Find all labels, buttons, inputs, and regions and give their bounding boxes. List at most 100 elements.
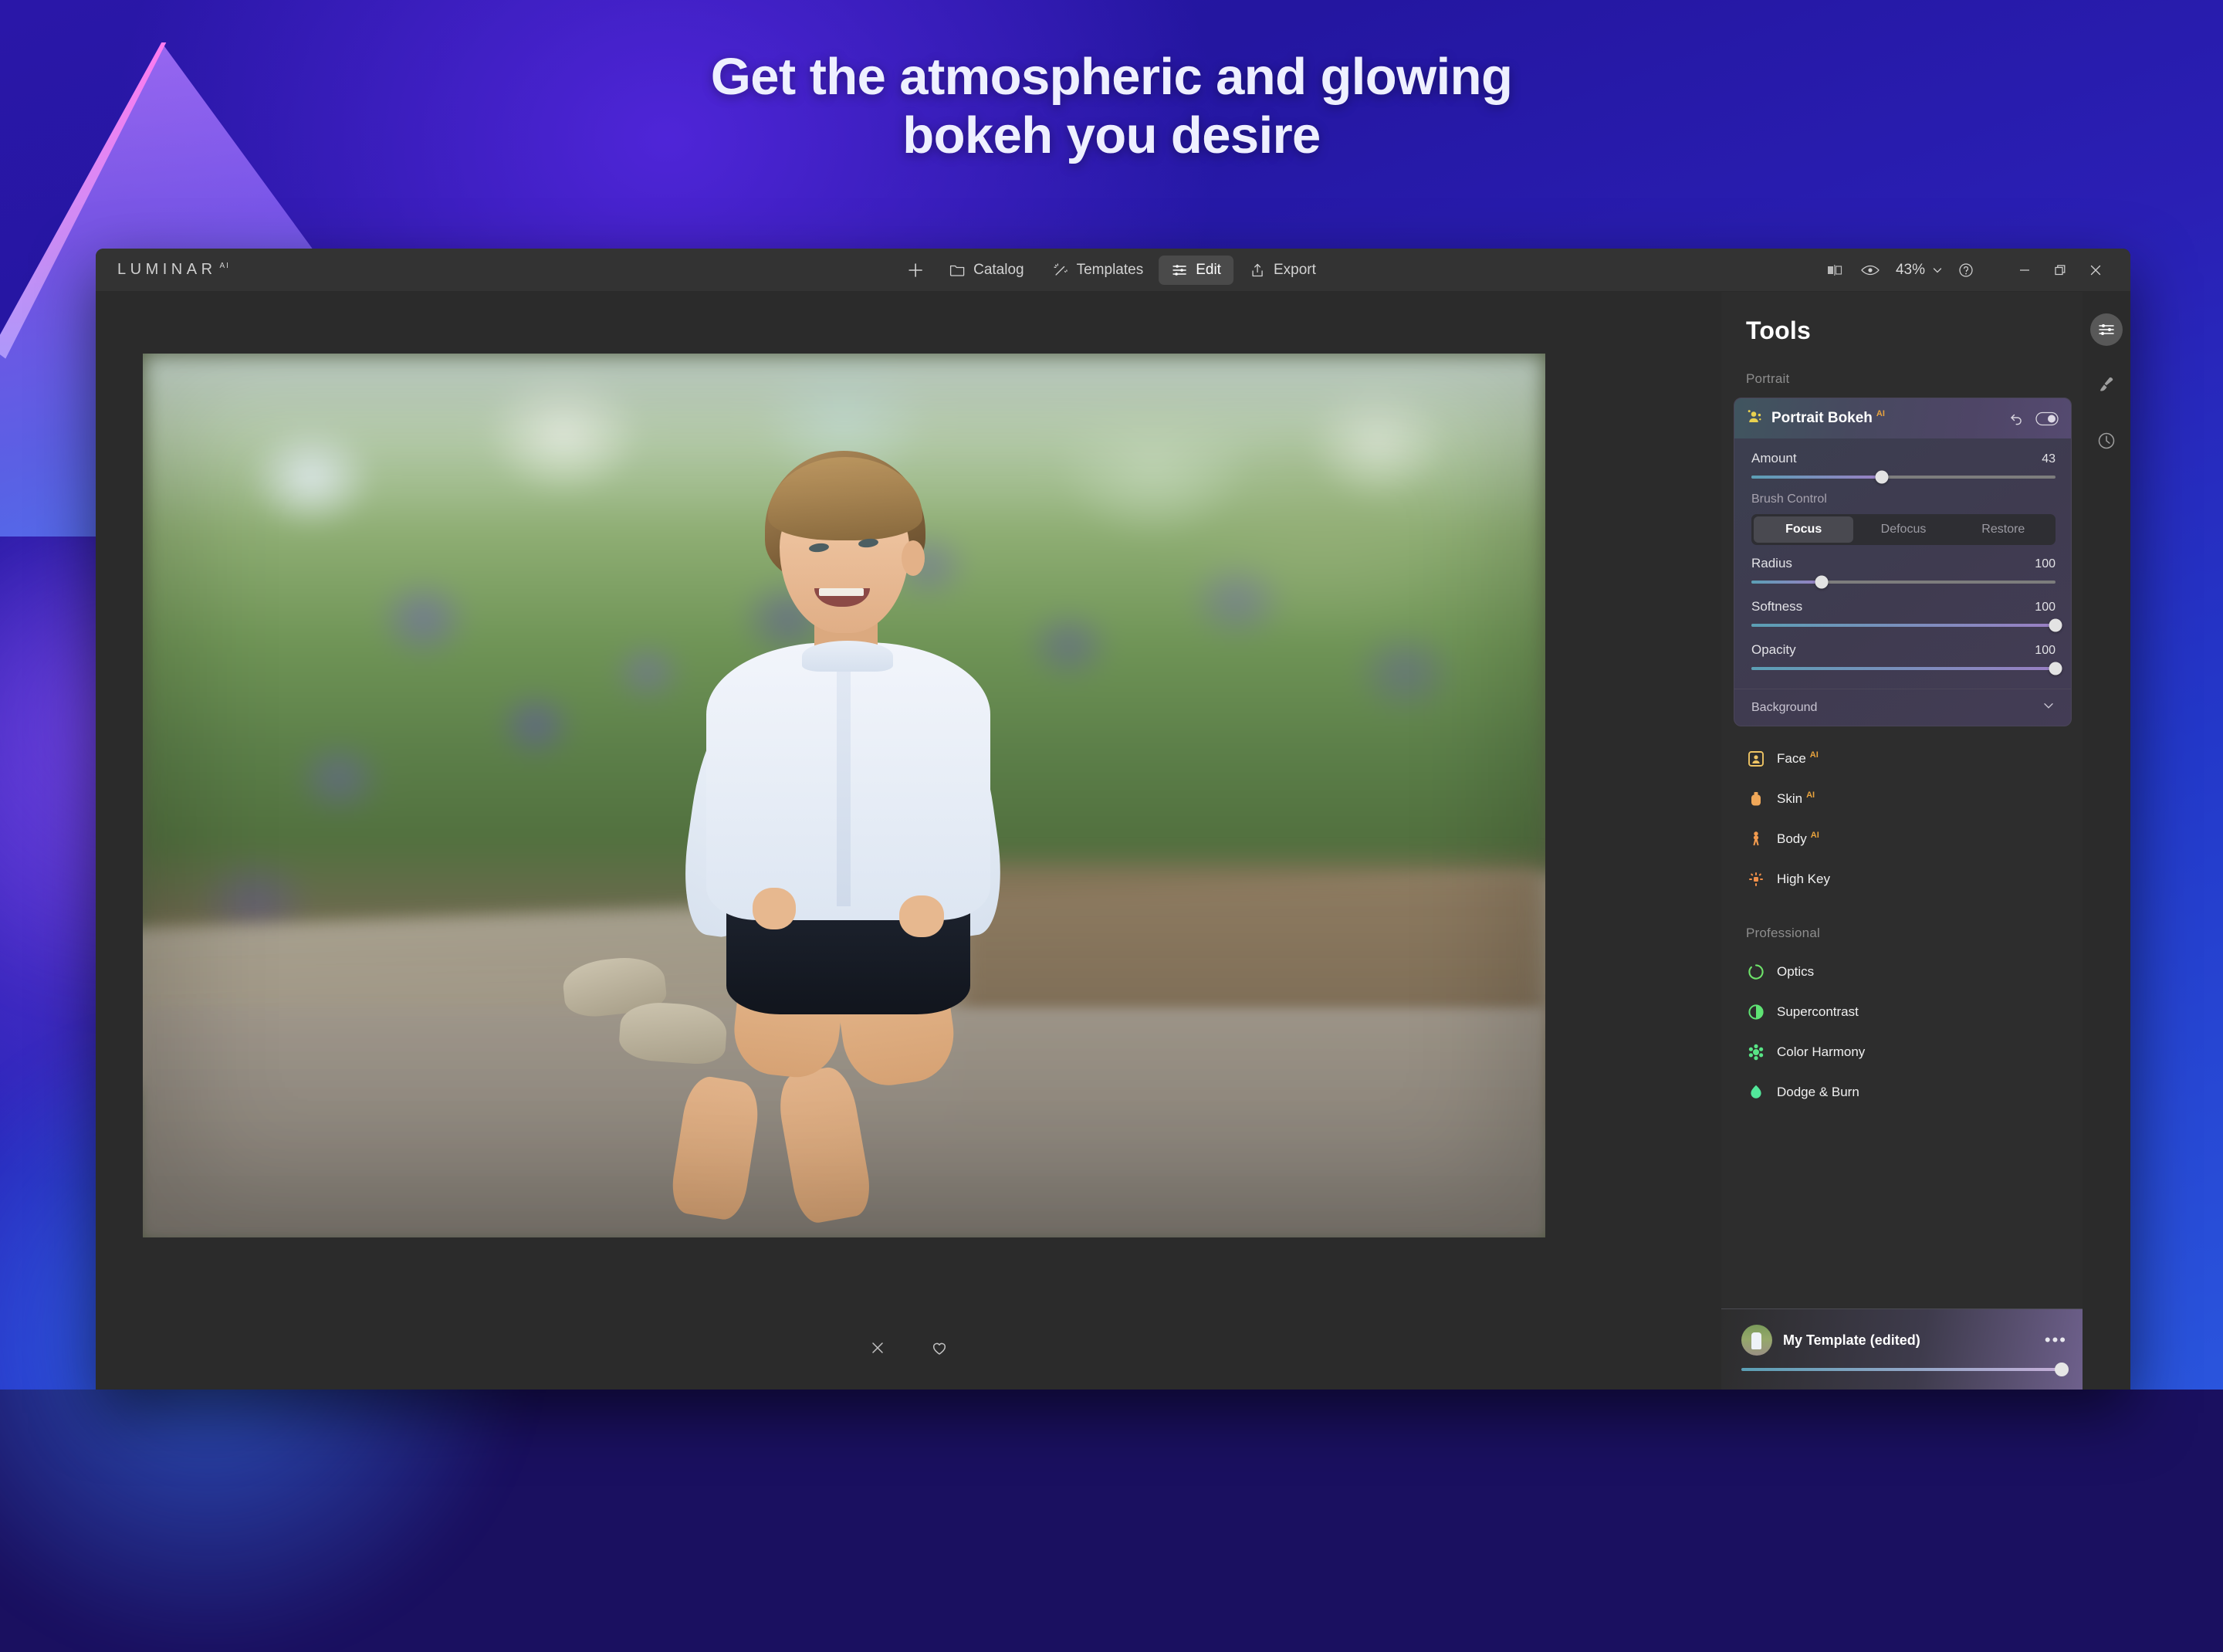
contrast-icon	[1746, 1002, 1766, 1022]
plus-icon	[907, 262, 924, 279]
restore-icon[interactable]	[2042, 253, 2078, 287]
eye-icon[interactable]	[1852, 253, 1888, 287]
brush-mode-focus[interactable]: Focus	[1754, 516, 1853, 543]
tool-row-supercontrast[interactable]: Supercontrast	[1721, 992, 2083, 1032]
radius-slider-fill	[1751, 581, 1822, 584]
tool-row-dodge-burn[interactable]: Dodge & Burn	[1721, 1072, 2083, 1112]
amount-label: Amount	[1751, 451, 1797, 466]
amount-slider-row[interactable]: Amount 43	[1751, 451, 2056, 479]
ai-badge: AI	[1810, 750, 1819, 760]
radius-value: 100	[2035, 557, 2056, 571]
compare-icon[interactable]	[1817, 253, 1852, 287]
tools-scroll-area[interactable]: Tools Portrait Portrait Bokeh	[1721, 292, 2083, 1308]
template-thumbnail	[1741, 1325, 1772, 1356]
optics-icon	[1746, 962, 1766, 982]
softness-value: 100	[2035, 601, 2056, 614]
ai-badge: AI	[1811, 831, 1819, 840]
amount-slider-track[interactable]	[1751, 476, 2056, 479]
toggle-on-icon[interactable]	[2035, 411, 2059, 426]
tools-panel: Tools Portrait Portrait Bokeh	[1721, 292, 2083, 1390]
color-harmony-icon	[1746, 1042, 1766, 1062]
tab-templates-label: Templates	[1077, 262, 1144, 279]
template-amount-slider[interactable]	[1741, 1368, 2067, 1371]
close-icon[interactable]	[866, 1336, 889, 1359]
app-logo: LUMINAR AI	[117, 261, 230, 279]
radius-slider-row[interactable]: Radius 100	[1751, 556, 2056, 584]
softness-slider-track[interactable]	[1751, 624, 2056, 627]
brush-mode-restore[interactable]: Restore	[1954, 516, 2053, 543]
tools-title: Tools	[1721, 292, 2083, 345]
tool-label-supercontrast: Supercontrast	[1777, 1004, 1859, 1020]
radius-slider-knob[interactable]	[1815, 576, 1828, 589]
radius-slider-track[interactable]	[1751, 581, 2056, 584]
tool-label-face: Face	[1777, 751, 1806, 767]
chevron-down-icon[interactable]	[2042, 699, 2056, 716]
softness-slider-row[interactable]: Softness 100	[1751, 599, 2056, 627]
add-button[interactable]	[898, 256, 933, 285]
opacity-slider-row[interactable]: Opacity 100	[1751, 642, 2056, 670]
portrait-bokeh-title: Portrait Bokeh	[1771, 410, 1873, 427]
tab-export-label: Export	[1274, 262, 1316, 279]
window-controls: 43%	[1817, 253, 2113, 287]
opacity-value: 100	[2035, 644, 2056, 658]
template-name: My Template (edited)	[1783, 1332, 2045, 1349]
template-row[interactable]: My Template (edited) •••	[1741, 1325, 2067, 1356]
help-icon[interactable]	[1948, 253, 1984, 287]
tool-label-dodge-burn: Dodge & Burn	[1777, 1085, 1859, 1100]
tab-edit[interactable]: Edit	[1159, 256, 1233, 285]
close-icon[interactable]	[2078, 253, 2113, 287]
skin-bottle-icon	[1746, 789, 1766, 809]
chevron-down-icon[interactable]	[1927, 253, 1948, 287]
tab-export[interactable]: Export	[1237, 256, 1328, 285]
tool-row-skin[interactable]: Skin AI	[1721, 779, 2083, 819]
tool-row-high-key[interactable]: High Key	[1721, 859, 2083, 899]
radius-label: Radius	[1751, 556, 1792, 571]
photo-vignette	[143, 354, 1545, 1237]
background-section-toggle[interactable]: Background	[1734, 689, 2071, 726]
high-key-icon	[1746, 869, 1766, 889]
canvas-area	[96, 292, 1721, 1390]
amount-value: 43	[2042, 452, 2056, 466]
ai-badge: AI	[1806, 790, 1815, 800]
portrait-tool-list: Face AI Skin AI Body	[1721, 739, 2083, 899]
share-icon	[1249, 262, 1266, 279]
tool-label-optics: Optics	[1777, 964, 1814, 980]
amount-slider-knob[interactable]	[1876, 471, 1889, 484]
tool-label-color-harmony: Color Harmony	[1777, 1044, 1865, 1060]
tool-row-optics[interactable]: Optics	[1721, 952, 2083, 992]
portrait-bokeh-body: Amount 43 Brush Control Focus Defocus	[1734, 438, 2071, 689]
app-body: Tools Portrait Portrait Bokeh	[96, 292, 2130, 1390]
rail-brush-icon[interactable]	[2090, 369, 2123, 401]
page-title: Get the atmospheric and glowing bokeh yo…	[0, 48, 2223, 164]
title-bar: LUMINAR AI Catalog	[96, 249, 2130, 292]
brush-mode-defocus[interactable]: Defocus	[1853, 516, 1953, 543]
zoom-level[interactable]: 43%	[1888, 262, 1927, 279]
undo-icon[interactable]	[2008, 411, 2025, 427]
opacity-slider-fill	[1751, 667, 2056, 670]
minimize-icon[interactable]	[2007, 253, 2042, 287]
portrait-bokeh-icon	[1745, 408, 1764, 430]
wand-icon	[1052, 262, 1069, 279]
opacity-slider-knob[interactable]	[2049, 662, 2062, 675]
photo-preview[interactable]	[143, 354, 1545, 1237]
more-dots-icon[interactable]: •••	[2045, 1330, 2067, 1350]
folder-icon	[949, 262, 966, 279]
opacity-slider-track[interactable]	[1751, 667, 2056, 670]
brush-mode-segmented-control: Focus Defocus Restore	[1751, 514, 2056, 545]
tab-edit-label: Edit	[1196, 262, 1221, 279]
tool-row-face[interactable]: Face AI	[1721, 739, 2083, 779]
softness-slider-fill	[1751, 624, 2056, 627]
rail-history-clock-icon[interactable]	[2090, 425, 2123, 457]
softness-slider-knob[interactable]	[2049, 619, 2062, 632]
tool-row-body[interactable]: Body AI	[1721, 819, 2083, 859]
background-label: Background	[1751, 701, 1817, 715]
portrait-bokeh-header[interactable]: Portrait Bokeh AI	[1734, 398, 2071, 438]
heart-icon[interactable]	[928, 1336, 951, 1359]
tab-templates[interactable]: Templates	[1040, 256, 1156, 285]
tool-row-color-harmony[interactable]: Color Harmony	[1721, 1032, 2083, 1072]
main-nav: Catalog Templates	[898, 256, 1328, 285]
body-icon	[1746, 829, 1766, 849]
rail-sliders-icon[interactable]	[2090, 313, 2123, 346]
tab-catalog[interactable]: Catalog	[936, 256, 1037, 285]
template-amount-knob[interactable]	[2055, 1363, 2069, 1376]
